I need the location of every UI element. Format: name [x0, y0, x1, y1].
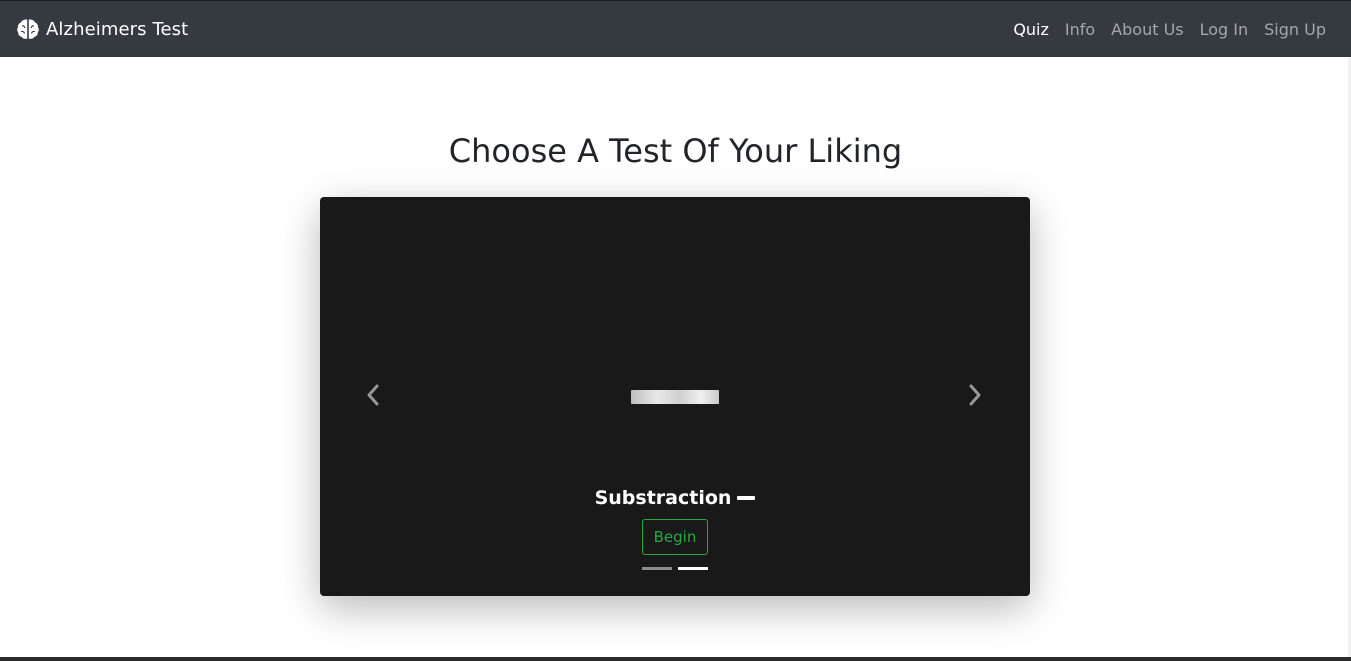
- begin-button[interactable]: Begin: [641, 519, 709, 555]
- minus-icon: [737, 496, 756, 500]
- carousel-next-button[interactable]: [960, 382, 990, 412]
- nav-log-in-link[interactable]: Log In: [1200, 20, 1249, 39]
- brand-link[interactable]: Alzheimers Test: [16, 17, 188, 41]
- brand-name: Alzheimers Test: [46, 18, 189, 40]
- top-navbar: Alzheimers Test Quiz Info About Us Log I…: [0, 0, 1351, 57]
- slide-title-row: Substraction: [595, 487, 756, 509]
- slide-title: Substraction: [594, 487, 732, 509]
- nav-links: Quiz Info About Us Log In Sign Up: [1013, 20, 1335, 39]
- slide-caption: Substraction Begin: [320, 487, 1030, 555]
- test-carousel: Substraction Begin: [320, 197, 1030, 596]
- nav-about-us-link[interactable]: About Us: [1111, 20, 1183, 39]
- nav-sign-up-link[interactable]: Sign Up: [1264, 20, 1326, 39]
- slide-image: [631, 390, 719, 404]
- brain-icon: [16, 17, 40, 41]
- nav-quiz-link[interactable]: Quiz: [1013, 20, 1049, 39]
- bottom-edge: [0, 657, 1351, 661]
- carousel-indicators: [642, 567, 708, 570]
- page-title: Choose A Test Of Your Liking: [448, 132, 903, 170]
- carousel-indicator-2[interactable]: [678, 567, 708, 570]
- nav-info-link[interactable]: Info: [1065, 20, 1095, 39]
- chevron-right-icon: [967, 384, 983, 410]
- carousel-indicator-1[interactable]: [642, 567, 672, 570]
- carousel-prev-button[interactable]: [358, 382, 388, 412]
- chevron-left-icon: [365, 384, 381, 410]
